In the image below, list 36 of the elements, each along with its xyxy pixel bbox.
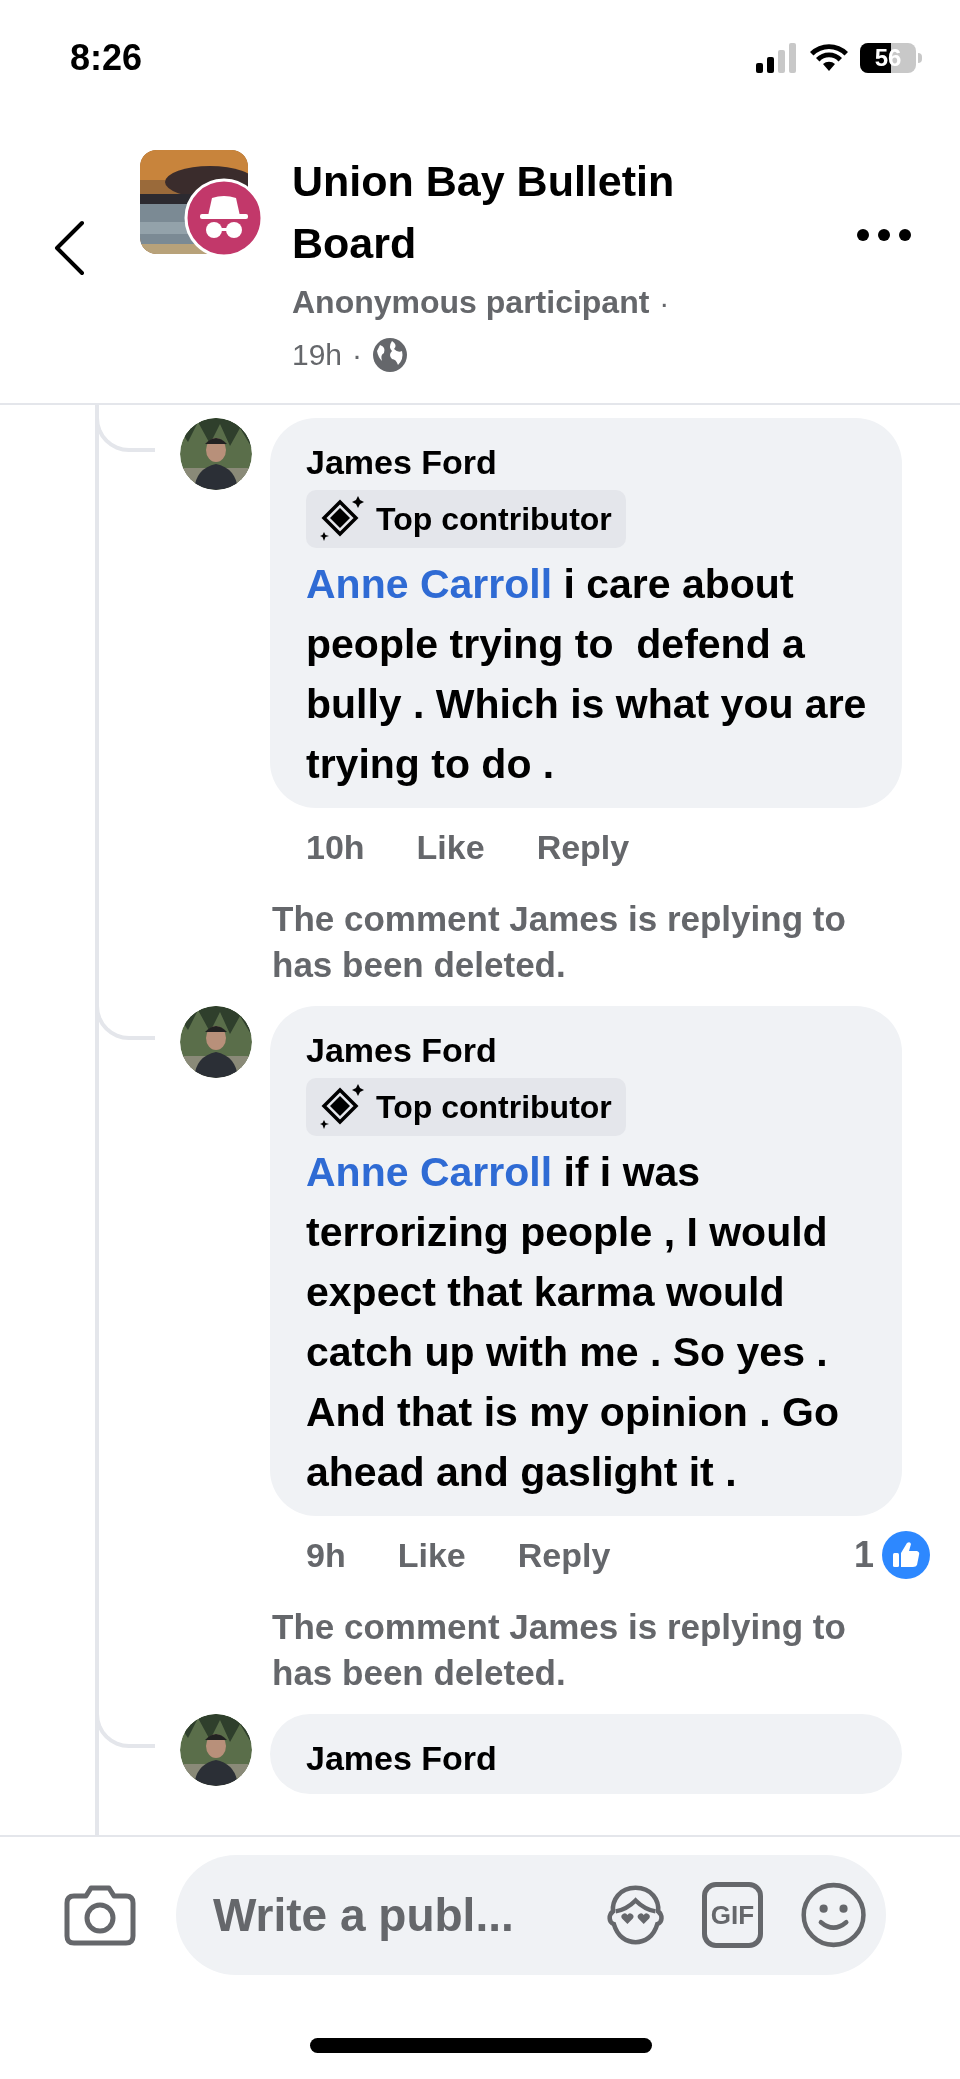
deleted-comment-notice: The comment James is replying to has been deleted.: [272, 898, 847, 986]
gif-button[interactable]: GIF: [702, 1882, 763, 1948]
thumbs-up-icon[interactable]: [882, 1531, 930, 1579]
like-link[interactable]: Like: [397, 1529, 466, 1581]
back-icon[interactable]: [52, 220, 86, 276]
commenter-name[interactable]: James Ford: [306, 440, 497, 484]
commenter-name[interactable]: James Ford: [306, 1736, 497, 1780]
author-label: Anonymous participant: [292, 283, 650, 322]
comment-field[interactable]: Write a publ... GIF: [176, 1855, 886, 1975]
comment-time: 9h: [306, 1534, 346, 1576]
diamond-sparkle-icon: [320, 496, 364, 542]
anonymous-icon: [184, 178, 264, 258]
comment-text: Anne Carroll i care about people trying to defend a bully . Which is what you are trying to do .: [306, 560, 868, 789]
contributor-badge: Top contributor: [306, 1078, 626, 1136]
group-title[interactable]: Union Bay Bulletin Board: [292, 150, 752, 274]
reply-link[interactable]: Reply: [517, 1529, 611, 1581]
contributor-badge: Top contributor: [306, 490, 626, 548]
reaction-count[interactable]: 1: [853, 1528, 874, 1582]
post-time: 19h: [292, 337, 343, 373]
status-time: 8:26: [70, 35, 143, 80]
signal-icon: [756, 42, 798, 73]
like-link[interactable]: Like: [416, 821, 485, 873]
deleted-comment-notice: The comment James is replying to has been deleted.: [272, 1606, 847, 1694]
diamond-sparkle-icon: [320, 1084, 364, 1130]
camera-icon[interactable]: [64, 1884, 136, 1946]
commenter-name[interactable]: James Ford: [306, 1028, 497, 1072]
separator-dot: ·: [659, 284, 670, 321]
comment-time: 10h: [306, 826, 365, 868]
globe-icon: [372, 336, 409, 373]
wifi-icon: [810, 43, 848, 72]
separator-dot: ·: [352, 337, 363, 373]
mention-link[interactable]: Anne Carroll: [306, 1149, 553, 1195]
comment-text: Anne Carroll if i was terrorizing people , I would expect that karma would catch up with me . So yes . And that is my opinion . Go ahead and gaslight it .: [306, 1148, 840, 1497]
more-icon[interactable]: [856, 228, 912, 242]
mention-link[interactable]: Anne Carroll: [306, 561, 553, 607]
reply-link[interactable]: Reply: [536, 821, 630, 873]
